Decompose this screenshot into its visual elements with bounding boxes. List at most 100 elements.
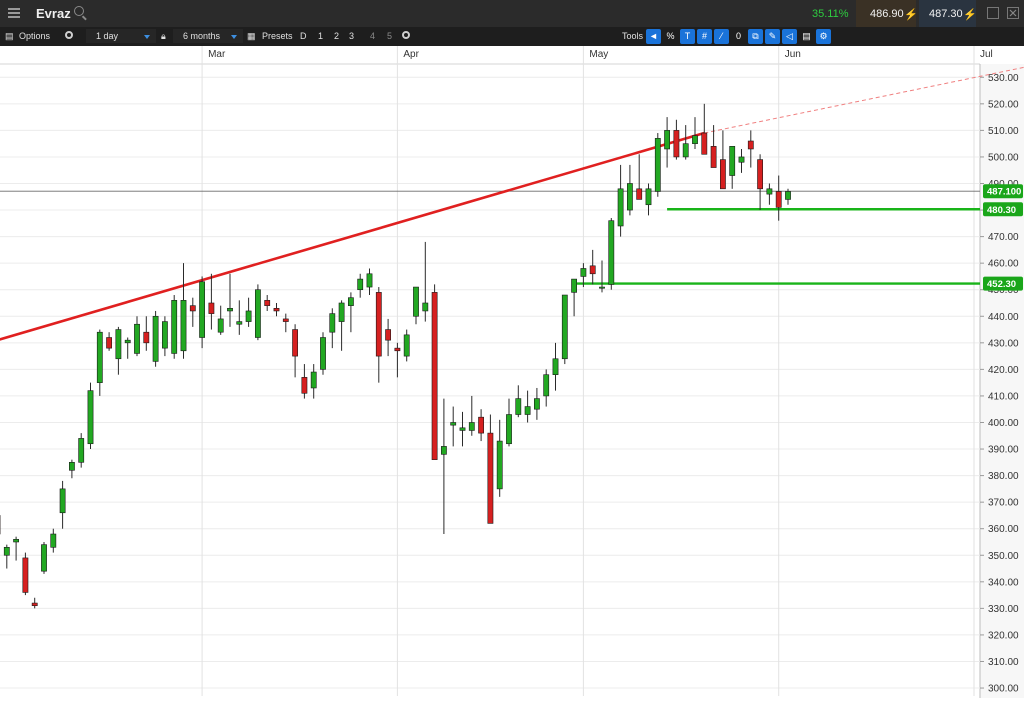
percent-icon[interactable]: % bbox=[663, 29, 678, 44]
candle[interactable] bbox=[711, 146, 716, 167]
close-window-icon[interactable] bbox=[1007, 7, 1019, 19]
candle[interactable] bbox=[79, 438, 84, 462]
lock-icon[interactable]: 🔒︎ bbox=[161, 31, 166, 42]
candle[interactable] bbox=[720, 160, 725, 189]
preset-button-1[interactable]: 1 bbox=[318, 31, 323, 41]
candle[interactable] bbox=[51, 534, 56, 547]
gear-icon[interactable] bbox=[65, 31, 73, 39]
candle[interactable] bbox=[320, 338, 325, 370]
candle[interactable] bbox=[674, 130, 679, 157]
candle[interactable] bbox=[153, 316, 158, 361]
candle[interactable] bbox=[255, 290, 260, 338]
candle[interactable] bbox=[627, 183, 632, 210]
candle[interactable] bbox=[692, 136, 697, 144]
candle[interactable] bbox=[246, 311, 251, 322]
preset-button-5[interactable]: 5 bbox=[387, 31, 392, 41]
range-select[interactable]: 6 months bbox=[173, 29, 243, 43]
candle[interactable] bbox=[41, 545, 46, 572]
candle[interactable] bbox=[376, 292, 381, 356]
candle[interactable] bbox=[302, 377, 307, 393]
candle[interactable] bbox=[125, 340, 130, 343]
candle[interactable] bbox=[590, 266, 595, 274]
calendar-icon[interactable]: ▦ bbox=[247, 31, 256, 42]
candle[interactable] bbox=[581, 268, 586, 276]
candle[interactable] bbox=[609, 221, 614, 285]
instrument-name[interactable]: Evraz bbox=[36, 6, 71, 21]
candle[interactable] bbox=[283, 319, 288, 322]
candle[interactable] bbox=[404, 335, 409, 356]
candle[interactable] bbox=[274, 308, 279, 311]
candle[interactable] bbox=[172, 300, 177, 353]
candle[interactable] bbox=[237, 322, 242, 325]
candle[interactable] bbox=[386, 330, 391, 341]
candle[interactable] bbox=[534, 399, 539, 410]
buy-price-button[interactable]: 487.30 ⚡ bbox=[919, 0, 976, 27]
candle[interactable] bbox=[293, 330, 298, 357]
candle[interactable] bbox=[572, 279, 577, 292]
candle[interactable] bbox=[432, 292, 437, 459]
candle[interactable] bbox=[488, 433, 493, 523]
candle[interactable] bbox=[32, 603, 37, 606]
candle[interactable] bbox=[358, 279, 363, 290]
text-tool-icon[interactable]: T bbox=[680, 29, 695, 44]
candle[interactable] bbox=[339, 303, 344, 322]
candle[interactable] bbox=[562, 295, 567, 359]
candle[interactable] bbox=[599, 287, 604, 288]
settings-link-icon[interactable]: ⚙ bbox=[816, 29, 831, 44]
candle[interactable] bbox=[265, 300, 270, 305]
preset-button-3[interactable]: 3 bbox=[349, 31, 354, 41]
candlestick-chart[interactable]: 300.00310.00320.00330.00340.00350.00360.… bbox=[0, 46, 1024, 698]
candle[interactable] bbox=[553, 359, 558, 375]
print-icon[interactable]: ▤ bbox=[799, 29, 814, 44]
grid-icon[interactable]: # bbox=[697, 29, 712, 44]
candle[interactable] bbox=[469, 422, 474, 430]
candle[interactable] bbox=[395, 348, 400, 351]
candle[interactable] bbox=[646, 189, 651, 205]
resistance-trendline[interactable] bbox=[0, 133, 704, 343]
candle[interactable] bbox=[637, 189, 642, 200]
candle[interactable] bbox=[23, 558, 28, 593]
candle[interactable] bbox=[209, 303, 214, 314]
candle[interactable] bbox=[423, 303, 428, 311]
candle[interactable] bbox=[88, 391, 93, 444]
candle[interactable] bbox=[460, 428, 465, 431]
candle[interactable] bbox=[758, 160, 763, 189]
options-button[interactable]: Options bbox=[19, 31, 50, 41]
candle[interactable] bbox=[200, 282, 205, 338]
candle[interactable] bbox=[544, 375, 549, 396]
candle[interactable] bbox=[97, 332, 102, 382]
candle[interactable] bbox=[218, 319, 223, 332]
detach-window-icon[interactable] bbox=[987, 7, 999, 19]
candle[interactable] bbox=[116, 330, 121, 359]
candle[interactable] bbox=[190, 306, 195, 311]
draw-tool-icon[interactable]: ⁄ bbox=[714, 29, 729, 44]
gear-icon[interactable] bbox=[402, 31, 410, 39]
candle[interactable] bbox=[348, 298, 353, 306]
zero-icon[interactable]: 0 bbox=[731, 29, 746, 44]
candle[interactable] bbox=[655, 138, 660, 191]
candle[interactable] bbox=[748, 141, 753, 149]
candle[interactable] bbox=[367, 274, 372, 287]
candle[interactable] bbox=[776, 191, 781, 207]
candle[interactable] bbox=[506, 415, 511, 444]
interval-select[interactable]: 1 day bbox=[86, 29, 156, 43]
candle[interactable] bbox=[767, 189, 772, 194]
candle[interactable] bbox=[730, 146, 735, 175]
preset-button-D[interactable]: D bbox=[300, 31, 307, 41]
menu-icon[interactable] bbox=[8, 8, 20, 19]
sell-price-button[interactable]: 486.90 ⚡ bbox=[856, 0, 916, 27]
candle[interactable] bbox=[181, 300, 186, 350]
candle[interactable] bbox=[227, 308, 232, 311]
candle[interactable] bbox=[702, 133, 707, 154]
candle[interactable] bbox=[14, 539, 19, 542]
options-icon[interactable]: ▤ bbox=[5, 31, 14, 42]
copy-icon[interactable]: ⧉ bbox=[748, 29, 763, 44]
candle[interactable] bbox=[441, 446, 446, 454]
candle[interactable] bbox=[4, 547, 9, 555]
candle[interactable] bbox=[60, 489, 65, 513]
candle[interactable] bbox=[451, 422, 456, 425]
candle[interactable] bbox=[134, 324, 139, 353]
candle[interactable] bbox=[330, 314, 335, 333]
candle[interactable] bbox=[516, 399, 521, 415]
label-icon[interactable]: ◁ bbox=[782, 29, 797, 44]
